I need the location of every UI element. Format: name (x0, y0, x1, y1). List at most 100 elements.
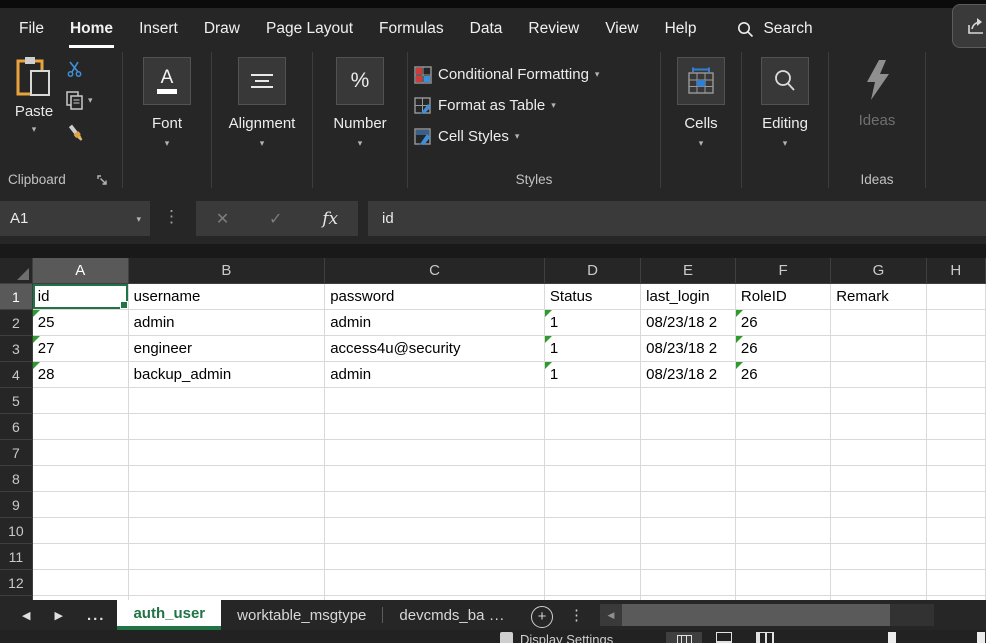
cell-D3[interactable]: 1 (544, 336, 640, 362)
cell-B1[interactable]: username (128, 284, 325, 310)
cell[interactable] (32, 440, 128, 466)
menu-item-data[interactable]: Data (457, 8, 516, 50)
cell[interactable] (831, 570, 926, 596)
font-group-button[interactable]: A Font ▾ (123, 50, 211, 190)
cell[interactable] (735, 414, 830, 440)
tab-bar-menu-icon[interactable]: ⋮ (569, 606, 584, 624)
cell[interactable] (544, 414, 640, 440)
cell-D1[interactable]: Status (544, 284, 640, 310)
row-header-9[interactable]: 9 (0, 492, 32, 518)
cell[interactable] (325, 414, 545, 440)
cell-styles-button[interactable]: Cell Styles ▾ (408, 121, 660, 152)
page-layout-view-button[interactable] (716, 632, 732, 643)
cell-G1[interactable]: Remark (831, 284, 926, 310)
conditional-formatting-button[interactable]: Conditional Formatting ▾ (408, 59, 660, 90)
cell[interactable] (32, 492, 128, 518)
cell[interactable] (641, 570, 736, 596)
format-as-table-button[interactable]: Format as Table ▾ (408, 90, 660, 121)
cell-H4[interactable] (926, 362, 985, 388)
cell-F4[interactable]: 26 (735, 362, 830, 388)
scrollbar-thumb[interactable] (622, 604, 890, 626)
column-header-C[interactable]: C (325, 258, 545, 284)
cell[interactable] (735, 492, 830, 518)
menu-item-draw[interactable]: Draw (191, 8, 253, 50)
cell[interactable] (325, 518, 545, 544)
menu-item-review[interactable]: Review (515, 8, 592, 50)
cut-button[interactable] (66, 60, 84, 78)
number-group-button[interactable]: % Number ▾ (313, 50, 407, 190)
row-header-5[interactable]: 5 (0, 388, 32, 414)
cell[interactable] (735, 466, 830, 492)
cell[interactable] (325, 466, 545, 492)
confirm-icon[interactable]: ✓ (269, 209, 282, 229)
clipboard-dialog-launcher-icon[interactable] (97, 175, 108, 186)
format-painter-button[interactable] (66, 123, 86, 143)
cell[interactable] (32, 518, 128, 544)
cell[interactable] (926, 414, 985, 440)
row-header-6[interactable]: 6 (0, 414, 32, 440)
cell-C4[interactable]: admin (325, 362, 545, 388)
column-header-E[interactable]: E (641, 258, 736, 284)
display-settings-label[interactable]: Display Settings (520, 632, 613, 643)
cell-C3[interactable]: access4u@security (325, 336, 545, 362)
cell-H3[interactable] (926, 336, 985, 362)
search-button[interactable]: Search (729, 8, 820, 50)
cell[interactable] (32, 544, 128, 570)
cell[interactable] (735, 518, 830, 544)
row-header-10[interactable]: 10 (0, 518, 32, 544)
menu-item-formulas[interactable]: Formulas (366, 8, 457, 50)
cell-D2[interactable]: 1 (544, 310, 640, 336)
cell[interactable] (128, 570, 325, 596)
cell[interactable] (544, 544, 640, 570)
cell[interactable] (641, 388, 736, 414)
cell-B2[interactable]: admin (128, 310, 325, 336)
tab-scroll-next-icon[interactable]: ▶ (42, 609, 74, 622)
cell-F2[interactable]: 26 (735, 310, 830, 336)
scroll-left-icon[interactable]: ◀ (600, 604, 622, 626)
cell[interactable] (735, 544, 830, 570)
cell[interactable] (128, 414, 325, 440)
menu-item-help[interactable]: Help (652, 8, 710, 50)
cell-A4[interactable]: 28 (32, 362, 128, 388)
cell[interactable] (641, 466, 736, 492)
row-header-2[interactable]: 2 (0, 310, 32, 336)
cell[interactable] (32, 570, 128, 596)
cell-B3[interactable]: engineer (128, 336, 325, 362)
cell[interactable] (544, 440, 640, 466)
cell[interactable] (641, 518, 736, 544)
share-button[interactable] (952, 4, 986, 48)
sheet-tab-devcmds[interactable]: devcmds_ba ... (383, 600, 521, 630)
column-header-H[interactable]: H (926, 258, 985, 284)
cell-A2[interactable]: 25 (32, 310, 128, 336)
cell-G2[interactable] (831, 310, 926, 336)
cell[interactable] (926, 440, 985, 466)
menu-item-file[interactable]: File (6, 8, 57, 50)
zoom-slider-handle[interactable] (888, 632, 896, 643)
row-header-3[interactable]: 3 (0, 336, 32, 362)
cell[interactable] (641, 544, 736, 570)
cell-A1[interactable]: id (32, 284, 128, 310)
row-header-7[interactable]: 7 (0, 440, 32, 466)
row-header-12[interactable]: 12 (0, 570, 32, 596)
cell[interactable] (32, 466, 128, 492)
cell-F1[interactable]: RoleID (735, 284, 830, 310)
row-header-1[interactable]: 1 (0, 284, 32, 310)
cell[interactable] (325, 492, 545, 518)
cell[interactable] (641, 440, 736, 466)
cell[interactable] (831, 414, 926, 440)
cell-G3[interactable] (831, 336, 926, 362)
cell-E3[interactable]: 08/23/18 2 (641, 336, 736, 362)
cell[interactable] (735, 570, 830, 596)
cell-H2[interactable] (926, 310, 985, 336)
cell[interactable] (926, 518, 985, 544)
cell[interactable] (128, 440, 325, 466)
cell[interactable] (325, 544, 545, 570)
cell[interactable] (641, 414, 736, 440)
column-header-G[interactable]: G (831, 258, 926, 284)
menu-item-insert[interactable]: Insert (126, 8, 191, 50)
cell[interactable] (831, 492, 926, 518)
cell[interactable] (831, 518, 926, 544)
sheet-tab-worktable-msgtype[interactable]: worktable_msgtype (221, 600, 382, 630)
cell-H1[interactable] (926, 284, 985, 310)
cell[interactable] (735, 388, 830, 414)
